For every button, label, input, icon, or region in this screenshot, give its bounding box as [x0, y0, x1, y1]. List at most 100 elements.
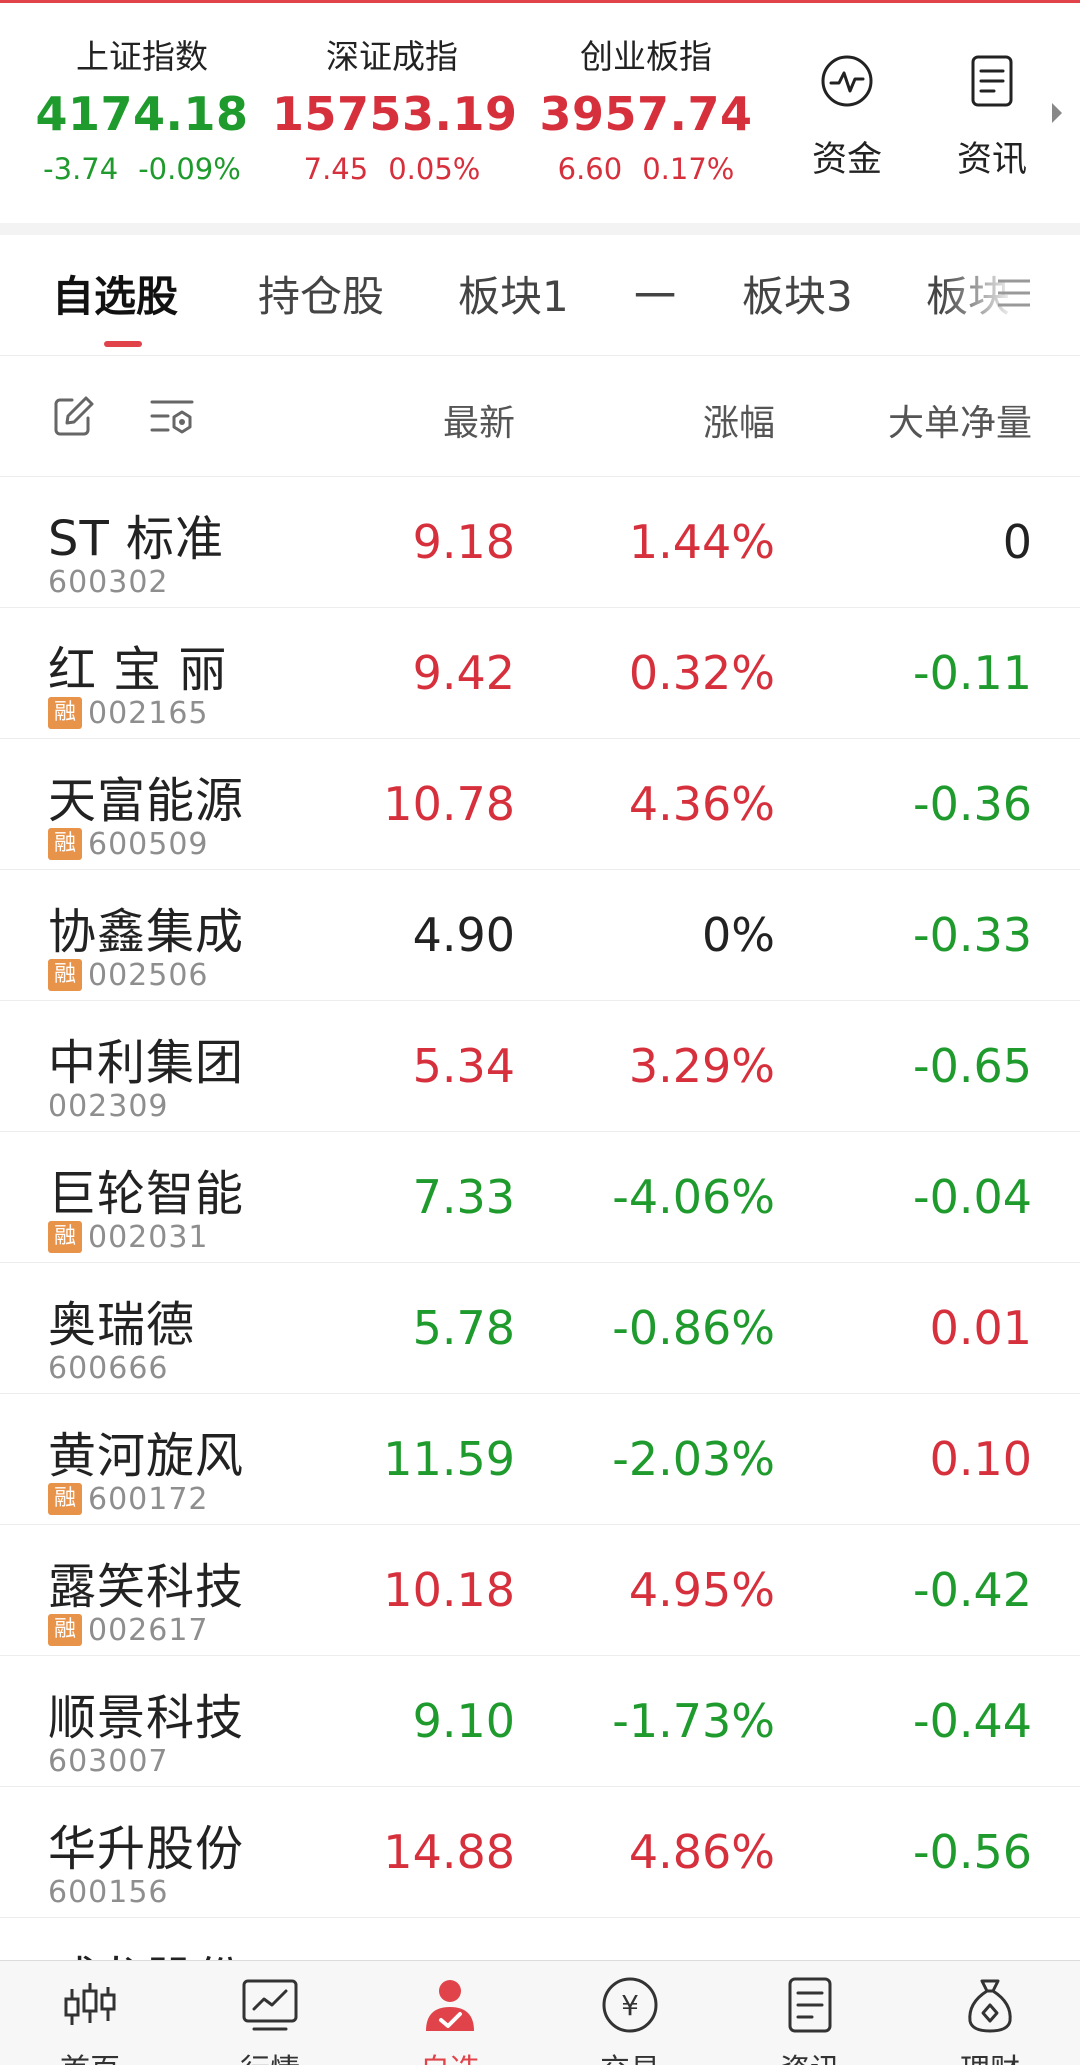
news-label: 资讯	[956, 140, 1027, 180]
nav-news[interactable]: 资讯	[720, 1961, 900, 2065]
stock-code: 002031	[88, 1219, 209, 1255]
nav-market[interactable]: 行情	[180, 1961, 360, 2065]
stock-price: 10.18	[383, 1563, 515, 1617]
stock-row[interactable]: 黄河旋风融 600172 11.59 -2.03% 0.10	[0, 1394, 1080, 1525]
col-big-order[interactable]: 大单净量	[888, 394, 1032, 446]
stock-change-percent: 1.44%	[628, 515, 775, 569]
stock-code: 600666	[48, 1350, 169, 1386]
tab-sector-1[interactable]: 板块1	[458, 263, 569, 324]
index-change: 7.45 0.05%	[272, 147, 512, 191]
stock-big-order: -0.04	[912, 1170, 1032, 1224]
line-chart-icon	[242, 1979, 298, 2031]
stock-row[interactable]: 巨轮智能融 002031 7.33 -4.06% -0.04	[0, 1132, 1080, 1263]
stock-big-order: 0.10	[929, 1432, 1032, 1486]
nav-label: 理财	[900, 2045, 1080, 2065]
stock-row[interactable]: 中利集团 002309 5.34 3.29% -0.65	[0, 1001, 1080, 1132]
stock-big-order: -0.33	[912, 908, 1032, 962]
stock-change-percent: 4.36%	[628, 777, 775, 831]
menu-icon[interactable]	[996, 273, 1032, 313]
nav-wealth[interactable]: 理财	[900, 1961, 1080, 2065]
stock-code: 603007	[48, 1743, 169, 1779]
index-value: 4174.18	[35, 87, 249, 141]
index-name: 深证成指	[326, 37, 458, 76]
index-value: 3957.74	[539, 87, 753, 141]
stock-code: 002309	[48, 1088, 169, 1124]
stock-row[interactable]: 威龙股份	[0, 1918, 1080, 1960]
stock-code-wrap: 融 002165	[48, 695, 209, 731]
stock-code: 600156	[48, 1874, 169, 1910]
stock-name: 露笑科技	[48, 1559, 245, 1615]
chevron-right-icon[interactable]	[1052, 103, 1062, 123]
tab-holdings[interactable]: 持仓股	[258, 263, 384, 324]
stock-code: 600172	[88, 1481, 209, 1517]
index-change-percent: 0.17%	[642, 152, 735, 186]
stock-price: 7.33	[412, 1170, 515, 1224]
stock-row[interactable]: 天富能源融 600509 10.78 4.36% -0.36	[0, 739, 1080, 870]
candlestick-icon	[64, 1983, 116, 2025]
user-check-icon	[426, 1980, 474, 2031]
stock-row[interactable]: ST 标准 600302 9.18 1.44% 0	[0, 477, 1080, 608]
stock-code-wrap: 融 002031	[48, 1219, 209, 1255]
index-sh[interactable]: 上证指数 4174.18 -3.74 -0.09%	[22, 33, 262, 191]
stock-code: 002617	[88, 1612, 209, 1648]
index-change-amount: -3.74	[43, 152, 119, 186]
document-icon	[971, 55, 1013, 107]
nav-trade[interactable]: ¥ 交易	[540, 1961, 720, 2065]
stock-name: 巨轮智能	[48, 1166, 245, 1222]
tab-watchlist[interactable]: 自选股	[52, 263, 178, 324]
margin-badge: 融	[48, 959, 82, 991]
index-name: 上证指数	[76, 37, 208, 76]
nav-label: 自选	[360, 2045, 540, 2065]
stock-big-order: -0.11	[912, 646, 1032, 700]
stock-name: 中利集团	[48, 1035, 245, 1091]
news-shortcut[interactable]: 资讯	[932, 53, 1052, 182]
index-sz[interactable]: 深证成指 15753.19 7.45 0.05%	[272, 33, 518, 191]
stock-row[interactable]: 顺景科技 603007 9.10 -1.73% -0.44	[0, 1656, 1080, 1787]
stock-row[interactable]: 协鑫集成融 002506 4.90 0% -0.33	[0, 870, 1080, 1001]
stock-price: 4.90	[412, 908, 515, 962]
index-change-amount: 6.60	[557, 152, 623, 186]
tab-sector-3[interactable]: 板块3	[742, 263, 853, 324]
stock-price: 10.78	[383, 777, 515, 831]
stock-code-wrap: 002309	[48, 1088, 169, 1124]
stock-price: 14.88	[383, 1825, 515, 1879]
stock-price: 5.78	[412, 1301, 515, 1355]
stock-change-percent: 0.32%	[628, 646, 775, 700]
nav-watchlist[interactable]: 自选	[360, 1961, 540, 2065]
stock-price: 9.42	[412, 646, 515, 700]
index-bar: 上证指数 4174.18 -3.74 -0.09% 深证成指 15753.19 7…	[0, 3, 1080, 223]
money-bag-icon	[968, 1979, 1012, 2033]
edit-icon[interactable]	[50, 392, 98, 440]
nav-home[interactable]: 首页	[0, 1961, 180, 2065]
nav-label: 交易	[540, 2045, 720, 2065]
index-value: 15753.19	[272, 87, 518, 141]
stock-price: 9.18	[412, 515, 515, 569]
stock-change-percent: -2.03%	[612, 1432, 775, 1486]
stock-name: 黄河旋风	[48, 1428, 245, 1484]
stock-big-order: -0.44	[912, 1694, 1032, 1748]
stock-code-wrap: 603007	[48, 1743, 169, 1779]
index-change: -3.74 -0.09%	[22, 147, 262, 191]
margin-badge: 融	[48, 697, 82, 729]
stock-row[interactable]: 红 宝 丽融 002165 9.42 0.32% -0.11	[0, 608, 1080, 739]
index-cyb[interactable]: 创业板指 3957.74 6.60 0.17%	[526, 33, 766, 191]
stock-row[interactable]: 华升股份 600156 14.88 4.86% -0.56	[0, 1787, 1080, 1918]
funds-label: 资金	[811, 140, 882, 180]
col-latest[interactable]: 最新	[443, 394, 515, 446]
bottom-nav: 首页 行情 自选 ¥ 交易 资讯	[0, 1960, 1080, 2065]
filter-settings-icon[interactable]	[148, 392, 196, 440]
stock-change-percent: -1.73%	[612, 1694, 775, 1748]
stock-row[interactable]: 露笑科技融 002617 10.18 4.95% -0.42	[0, 1525, 1080, 1656]
stock-name: 威龙股份	[48, 1940, 244, 1960]
stock-name: 华升股份	[48, 1821, 245, 1877]
pulse-circle-icon	[821, 55, 873, 107]
stock-price: 9.10	[412, 1694, 515, 1748]
tab-sector-2[interactable]: 一	[634, 263, 676, 324]
stock-code-wrap: 600302	[48, 565, 169, 600]
col-change[interactable]: 涨幅	[703, 394, 775, 446]
funds-shortcut[interactable]: 资金	[787, 53, 907, 182]
stock-code: 600509	[88, 826, 209, 862]
stock-name: 红 宝 丽	[48, 642, 228, 698]
stock-row[interactable]: 奥瑞德 600666 5.78 -0.86% 0.01	[0, 1263, 1080, 1394]
stock-code: 002165	[88, 695, 209, 731]
